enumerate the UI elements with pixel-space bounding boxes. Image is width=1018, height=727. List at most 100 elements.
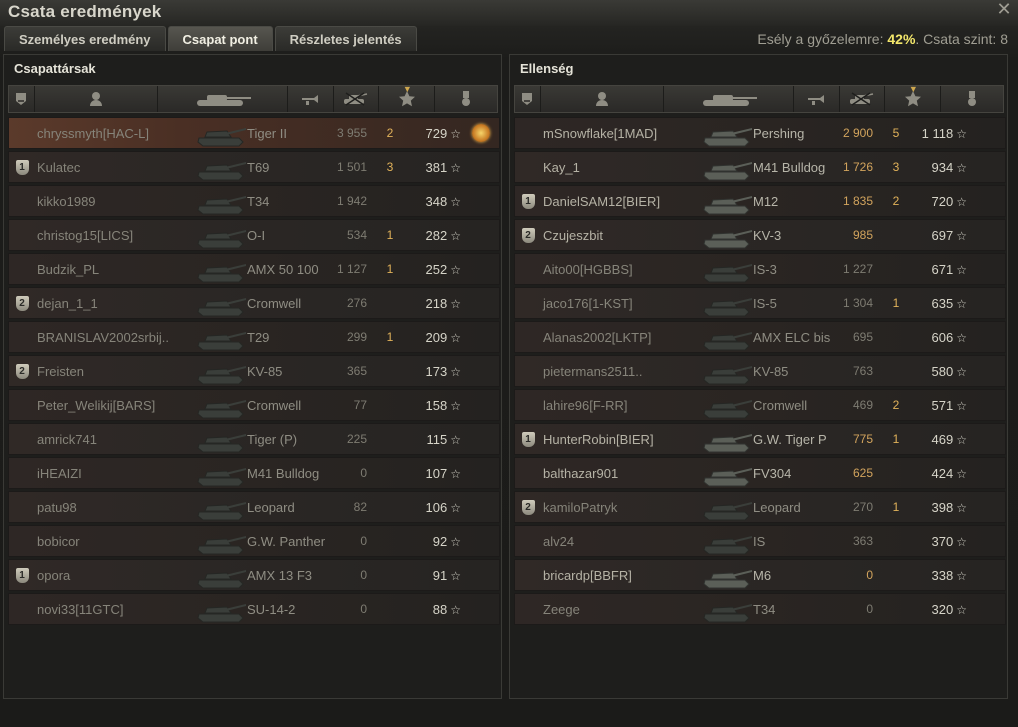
player-row[interactable]: 1 HunterRobin[BIER] G.W. Tiger P 775 1 469 ☆ xyxy=(514,423,1006,455)
player-row[interactable]: 1 DanielSAM12[BIER] M12 1 835 2 720 ☆ xyxy=(514,185,1006,217)
xp-cell: 424 ☆ xyxy=(915,466,969,481)
player-row[interactable]: chryssmyth[HAC-L] Tiger II 3 955 2 729 ☆ xyxy=(8,117,500,149)
player-row[interactable]: Aito00[HGBBS] IS-3 1 227 671 ☆ xyxy=(514,253,1006,285)
player-name[interactable]: Czujeszbit xyxy=(541,228,701,243)
player-row[interactable]: mSnowflake[1MAD] Pershing 2 900 5 1 118 ☆ xyxy=(514,117,1006,149)
player-row[interactable]: christog15[LICS] O-I 534 1 282 ☆ xyxy=(8,219,500,251)
damage-icon[interactable] xyxy=(288,86,334,112)
player-name[interactable]: dejan_1_1 xyxy=(35,296,195,311)
player-name[interactable]: Kay_1 xyxy=(541,160,701,175)
player-row[interactable]: 1 Kulatec T69 1 501 3 381 ☆ xyxy=(8,151,500,183)
player-row[interactable]: bobicor G.W. Panther 0 92 ☆ xyxy=(8,525,500,557)
player-row[interactable]: 2 Freisten KV-85 365 173 ☆ xyxy=(8,355,500,387)
kills-icon[interactable] xyxy=(840,86,886,112)
player-row[interactable]: BRANISLAV2002srbij.. T29 299 1 209 ☆ xyxy=(8,321,500,353)
xp-value: 252 xyxy=(425,261,448,277)
damage-value: 1 726 xyxy=(842,160,873,174)
tank-icon[interactable] xyxy=(664,86,794,112)
medal-icon[interactable] xyxy=(941,86,1003,112)
player-name[interactable]: patu98 xyxy=(35,500,195,515)
player-row[interactable]: bricardp[BBFR] M6 0 338 ☆ xyxy=(514,559,1006,591)
player-name[interactable]: bobicor xyxy=(35,534,195,549)
tank-image-icon xyxy=(195,528,247,556)
tank-name: Cromwell xyxy=(247,295,302,311)
rank-icon[interactable] xyxy=(515,86,541,112)
tab-team-score[interactable]: Csapat pont xyxy=(167,26,273,51)
damage-icon[interactable] xyxy=(794,86,840,112)
player-row[interactable]: Alanas2002[LKTP] AMX ELC bis 695 606 ☆ xyxy=(514,321,1006,353)
player-name[interactable]: Peter_Welikij[BARS] xyxy=(35,398,195,413)
player-name[interactable]: bricardp[BBFR] xyxy=(541,568,701,583)
win-chance-prefix: Esély a győzelemre: xyxy=(757,31,884,47)
player-name[interactable]: alv24 xyxy=(541,534,701,549)
player-row[interactable]: Zeege T34 0 320 ☆ xyxy=(514,593,1006,625)
player-name[interactable]: chryssmyth[HAC-L] xyxy=(35,126,195,141)
tank-cell: G.W. Tiger P xyxy=(701,424,831,454)
player-row[interactable]: alv24 IS 363 370 ☆ xyxy=(514,525,1006,557)
player-name[interactable]: lahire96[F-RR] xyxy=(541,398,701,413)
xp-value: 424 xyxy=(931,465,954,481)
player-row[interactable]: patu98 Leopard 82 106 ☆ xyxy=(8,491,500,523)
player-name[interactable]: mSnowflake[1MAD] xyxy=(541,126,701,141)
player-row[interactable]: jaco176[1-KST] IS-5 1 304 1 635 ☆ xyxy=(514,287,1006,319)
tank-name: Cromwell xyxy=(247,397,302,413)
player-name[interactable]: christog15[LICS] xyxy=(35,228,195,243)
player-row[interactable]: Peter_Welikij[BARS] Cromwell 77 158 ☆ xyxy=(8,389,500,421)
player-name[interactable]: opora xyxy=(35,568,195,583)
rank-badge-icon: 2 xyxy=(15,363,29,379)
player-name[interactable]: pietermans2511.. xyxy=(541,364,701,379)
damage-value: 534 xyxy=(346,228,367,242)
tank-name: G.W. Panther xyxy=(247,533,326,549)
kills-icon[interactable] xyxy=(334,86,380,112)
player-row[interactable]: 2 kamiloPatryk Leopard 270 1 398 ☆ xyxy=(514,491,1006,523)
player-name[interactable]: Alanas2002[LKTP] xyxy=(541,330,701,345)
tank-image-icon xyxy=(701,256,753,284)
achievement-medal-icon[interactable] xyxy=(472,124,490,142)
player-row[interactable]: 1 opora AMX 13 F3 0 91 ☆ xyxy=(8,559,500,591)
player-row[interactable]: Budzik_PL AMX 50 100 1 127 1 252 ☆ xyxy=(8,253,500,285)
player-name[interactable]: DanielSAM12[BIER] xyxy=(541,194,701,209)
tank-cell: KV-85 xyxy=(701,356,831,386)
player-name[interactable]: novi33[11GTC] xyxy=(35,602,195,617)
player-row[interactable]: pietermans2511.. KV-85 763 580 ☆ xyxy=(514,355,1006,387)
star-icon: ☆ xyxy=(956,126,967,141)
player-name[interactable]: kamiloPatryk xyxy=(541,500,701,515)
player-icon[interactable] xyxy=(541,86,665,112)
player-row[interactable]: Kay_1 M41 Bulldog 1 726 3 934 ☆ xyxy=(514,151,1006,183)
sort-arrow-icon: ▼ xyxy=(908,84,918,94)
xp-star-icon[interactable]: ▼ xyxy=(379,84,436,112)
player-row[interactable]: kikko1989 T34 1 942 348 ☆ xyxy=(8,185,500,217)
player-row[interactable]: balthazar901 FV304 625 424 ☆ xyxy=(514,457,1006,489)
player-name[interactable]: HunterRobin[BIER] xyxy=(541,432,701,447)
tab-personal-results[interactable]: Személyes eredmény xyxy=(4,26,166,51)
player-name[interactable]: Kulatec xyxy=(35,160,195,175)
player-row[interactable]: iHEAIZI M41 Bulldog 0 107 ☆ xyxy=(8,457,500,489)
player-name[interactable]: Zeege xyxy=(541,602,701,617)
player-row[interactable]: lahire96[F-RR] Cromwell 469 2 571 ☆ xyxy=(514,389,1006,421)
player-name[interactable]: jaco176[1-KST] xyxy=(541,296,701,311)
tank-icon[interactable] xyxy=(158,86,288,112)
player-name[interactable]: kikko1989 xyxy=(35,194,195,209)
player-row[interactable]: 2 Czujeszbit KV-3 985 697 ☆ xyxy=(514,219,1006,251)
player-name[interactable]: amrick741 xyxy=(35,432,195,447)
player-name[interactable]: Aito00[HGBBS] xyxy=(541,262,701,277)
tank-name: T29 xyxy=(247,329,270,345)
player-name[interactable]: Freisten xyxy=(35,364,195,379)
medal-icon[interactable] xyxy=(435,86,497,112)
tab-detailed-report[interactable]: Részletes jelentés xyxy=(274,26,417,51)
player-row[interactable]: amrick741 Tiger (P) 225 115 ☆ xyxy=(8,423,500,455)
xp-value: 720 xyxy=(931,193,954,209)
xp-star-icon[interactable]: ▼ xyxy=(885,84,942,112)
close-icon[interactable]: ✕ xyxy=(996,0,1012,18)
player-name[interactable]: BRANISLAV2002srbij.. xyxy=(35,330,195,345)
player-row[interactable]: 2 dejan_1_1 Cromwell 276 218 ☆ xyxy=(8,287,500,319)
kills-value: 1 xyxy=(892,500,900,514)
player-row[interactable]: novi33[11GTC] SU-14-2 0 88 ☆ xyxy=(8,593,500,625)
player-name[interactable]: Budzik_PL xyxy=(35,262,195,277)
player-name[interactable]: balthazar901 xyxy=(541,466,701,481)
player-icon[interactable] xyxy=(35,86,159,112)
xp-value: 88 xyxy=(432,601,448,617)
rank-icon[interactable] xyxy=(9,86,35,112)
player-name[interactable]: iHEAIZI xyxy=(35,466,195,481)
tank-name: T34 xyxy=(753,601,776,617)
